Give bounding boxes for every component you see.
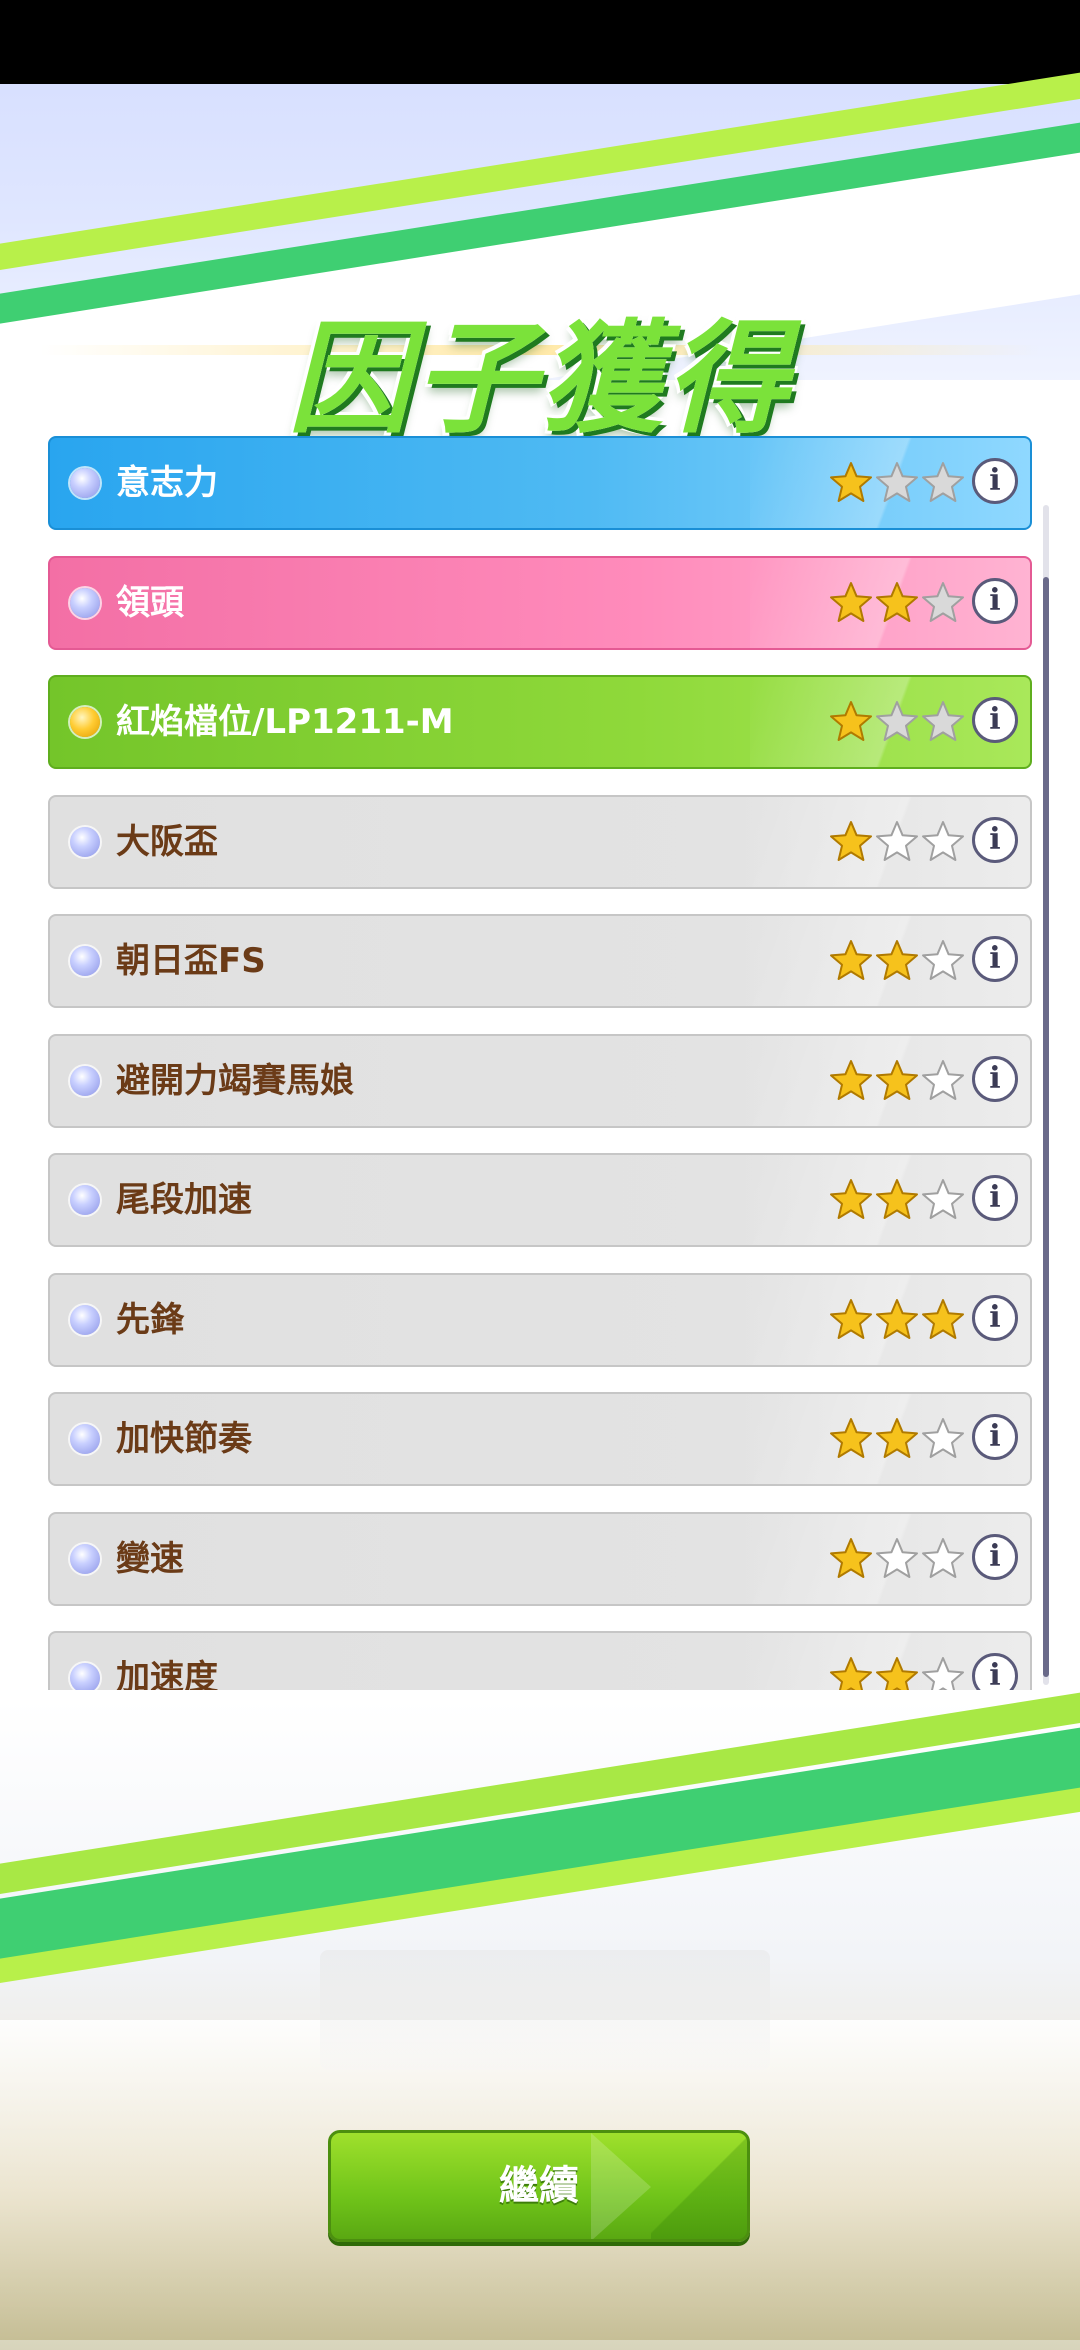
star-filled-icon <box>876 1179 918 1219</box>
star-filled-icon <box>830 940 872 980</box>
factor-orb-icon <box>70 1065 100 1096</box>
factor-row[interactable]: 領頭 i <box>48 555 1032 650</box>
star-rating <box>828 699 966 745</box>
factor-label: 意志力 <box>116 463 218 503</box>
info-icon[interactable]: i <box>972 577 1018 624</box>
star-empty-icon <box>922 581 964 622</box>
info-icon[interactable]: i <box>972 1414 1018 1460</box>
info-icon[interactable]: i <box>972 1055 1018 1102</box>
star-filled-icon <box>876 1059 918 1100</box>
star-empty-icon <box>922 1059 964 1100</box>
star-empty-icon <box>876 701 918 741</box>
star-rating <box>828 580 966 626</box>
factor-row[interactable]: 紅焰檔位/LP1211-M i <box>48 675 1032 769</box>
star-filled-icon <box>876 940 918 980</box>
factor-orb-icon <box>70 468 100 498</box>
info-icon[interactable]: i <box>972 1533 1018 1580</box>
factor-label: 領頭 <box>116 582 184 623</box>
factor-row[interactable]: 加速度 i <box>48 1631 1032 1690</box>
star-empty-icon <box>922 462 964 502</box>
factor-row[interactable]: 尾段加速 i <box>48 1153 1032 1247</box>
page-title: 因子獲得 <box>288 308 792 450</box>
star-filled-icon <box>830 581 872 622</box>
star-empty-icon <box>922 1179 964 1219</box>
factor-label: 加速度 <box>116 1658 218 1690</box>
star-rating <box>828 1536 966 1582</box>
star-empty-icon <box>922 1418 964 1458</box>
factor-row[interactable]: 先鋒 i <box>48 1272 1032 1367</box>
star-empty-icon <box>922 1657 964 1690</box>
factor-orb-icon <box>70 826 100 857</box>
star-empty-icon <box>922 940 964 980</box>
star-filled-icon <box>830 701 872 741</box>
factor-list[interactable]: 意志力 i 領頭 i 紅焰檔位/LP1211-M i 大阪盃 i 朝日盃FS i 避開力竭賽馬娘 i 尾… <box>48 436 1034 1690</box>
star-filled-icon <box>830 1179 872 1219</box>
star-rating <box>828 1416 966 1462</box>
star-filled-icon <box>830 1657 872 1690</box>
factor-label: 紅焰檔位/LP1211-M <box>116 702 454 742</box>
info-icon[interactable]: i <box>972 458 1018 504</box>
factor-row[interactable]: 朝日盃FS i <box>48 914 1032 1008</box>
factor-row[interactable]: 意志力 i <box>48 436 1032 530</box>
star-rating <box>828 819 966 865</box>
star-filled-icon <box>876 1657 918 1690</box>
star-filled-icon <box>830 1418 872 1458</box>
factor-orb-icon <box>70 587 100 618</box>
scrollbar[interactable] <box>1043 505 1049 1685</box>
star-rating <box>828 1177 966 1223</box>
star-empty-icon <box>922 701 964 741</box>
star-filled-icon <box>876 1418 918 1458</box>
factor-orb-icon <box>70 1304 100 1335</box>
factor-orb-icon <box>70 1543 100 1574</box>
star-rating <box>828 1655 966 1690</box>
star-empty-icon <box>922 1537 964 1578</box>
star-rating <box>828 938 966 984</box>
factor-label: 大阪盃 <box>116 821 218 862</box>
scrollbar-thumb[interactable] <box>1043 577 1049 1677</box>
star-empty-icon <box>922 820 964 861</box>
factor-orb-icon <box>70 1424 100 1454</box>
star-filled-icon <box>876 1298 918 1339</box>
star-filled-icon <box>876 581 918 622</box>
factor-label: 尾段加速 <box>116 1180 252 1220</box>
factor-orb-icon <box>70 1663 100 1690</box>
factor-row[interactable]: 加快節奏 i <box>48 1392 1032 1486</box>
factor-orb-icon <box>70 1185 100 1215</box>
continue-button-label: 繼續 <box>499 2163 579 2209</box>
factor-label: 加快節奏 <box>116 1419 252 1459</box>
star-filled-icon <box>922 1298 964 1339</box>
star-rating <box>828 460 966 506</box>
star-rating <box>828 1058 966 1104</box>
star-filled-icon <box>830 1537 872 1578</box>
star-filled-icon <box>830 1059 872 1100</box>
factor-row[interactable]: 避開力竭賽馬娘 i <box>48 1033 1032 1128</box>
factor-orb-icon <box>70 946 100 976</box>
info-icon[interactable]: i <box>972 697 1018 743</box>
factor-label: 避開力竭賽馬娘 <box>116 1060 354 1101</box>
star-filled-icon <box>830 820 872 861</box>
info-icon[interactable]: i <box>972 936 1018 982</box>
factor-row[interactable]: 大阪盃 i <box>48 794 1032 889</box>
factor-label: 朝日盃FS <box>116 941 266 981</box>
status-bar <box>0 0 1080 84</box>
factor-orb-icon <box>70 707 100 737</box>
factor-label: 先鋒 <box>116 1299 184 1340</box>
continue-button[interactable]: 繼續 <box>328 2130 750 2242</box>
info-icon[interactable]: i <box>972 816 1018 863</box>
star-filled-icon <box>830 462 872 502</box>
star-filled-icon <box>830 1298 872 1339</box>
info-icon[interactable]: i <box>972 1294 1018 1341</box>
blurred-background-card <box>320 1950 770 2070</box>
info-icon[interactable]: i <box>972 1175 1018 1221</box>
factor-label: 變速 <box>116 1538 184 1579</box>
star-empty-icon <box>876 1537 918 1578</box>
factor-row[interactable]: 變速 i <box>48 1511 1032 1606</box>
star-empty-icon <box>876 462 918 502</box>
star-empty-icon <box>876 820 918 861</box>
star-rating <box>828 1297 966 1343</box>
